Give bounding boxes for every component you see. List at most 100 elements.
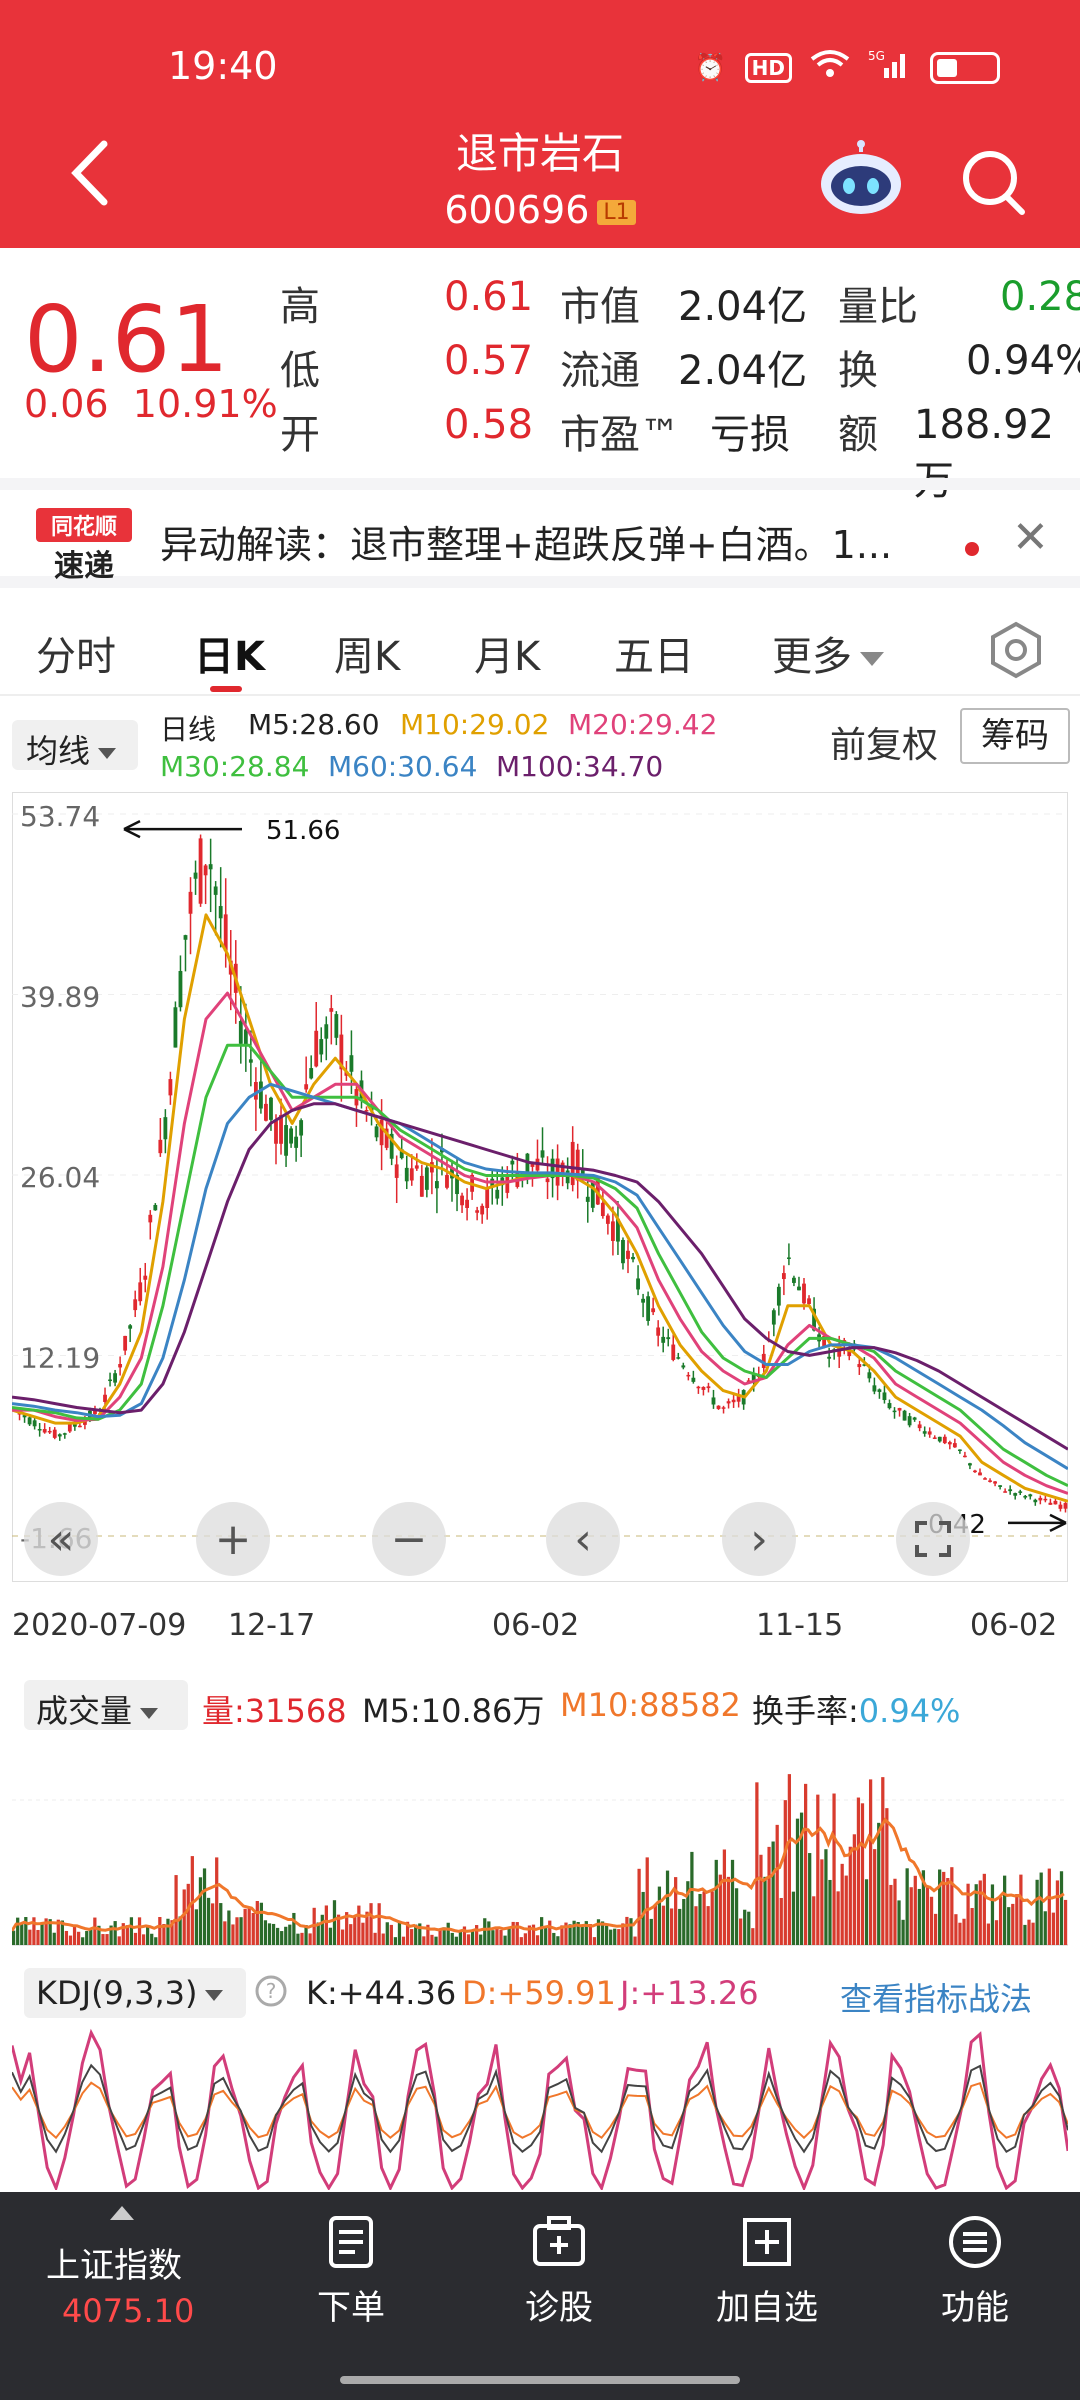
add-square-icon xyxy=(743,2218,791,2266)
tab-monthly-k[interactable]: 月K xyxy=(474,624,540,682)
volume-bar xyxy=(40,1922,44,1945)
x-tick: 12-17 xyxy=(228,1608,316,1643)
stock-name: 退市岩石 xyxy=(455,129,624,178)
news-headline[interactable]: 异动解读：退市整理+超跌反弹+白酒。1... xyxy=(160,514,892,569)
volume-bar xyxy=(690,1851,694,1945)
kline-chart[interactable]: 53.7439.8926.0412.19-1.66 51.660.42 xyxy=(12,792,1068,1582)
index-value: 4075.10 xyxy=(62,2292,195,2330)
volume-bar xyxy=(938,1869,942,1945)
tab-more[interactable]: 更多 xyxy=(772,624,884,682)
volume-bar xyxy=(219,1903,223,1945)
candle-body xyxy=(897,1408,902,1411)
expand-up-icon[interactable] xyxy=(110,2206,134,2220)
candle-body xyxy=(203,865,208,876)
volume-bar xyxy=(929,1896,934,1945)
chip-distribution-button[interactable]: 筹码 xyxy=(960,708,1070,764)
nav-functions[interactable]: 功能 xyxy=(900,2214,1050,2329)
candle-body xyxy=(872,1385,877,1392)
kdj-chart[interactable] xyxy=(12,2020,1068,2190)
chevron-right-icon: › xyxy=(750,1513,768,1565)
volume-bar xyxy=(430,1934,434,1945)
volume-bar xyxy=(194,1909,199,1945)
adjust-mode-button[interactable]: 前复权 xyxy=(830,716,938,768)
tab-weekly-k[interactable]: 周K xyxy=(334,624,400,682)
indicator-strategy-link[interactable]: 查看指标战法 xyxy=(840,1974,1032,2020)
volume-bar xyxy=(860,1803,865,1945)
candle-body xyxy=(656,1327,661,1336)
candle-body xyxy=(238,1020,243,1044)
candle-body xyxy=(133,1299,138,1311)
volume-bar xyxy=(377,1903,381,1945)
candle-body xyxy=(922,1431,927,1434)
candle-body xyxy=(435,1181,439,1189)
candle-body xyxy=(1053,1500,1058,1505)
news-ticker[interactable]: 同花顺 速递 异动解读：退市整理+超跌反弹+白酒。1... ✕ xyxy=(0,478,1080,588)
help-icon[interactable]: ? xyxy=(254,1974,288,2016)
candle-body xyxy=(600,1202,605,1217)
candle-body xyxy=(1003,1491,1008,1493)
search-icon xyxy=(963,151,1025,215)
ma-legend-m100: M100:34.70 xyxy=(496,750,664,783)
scroll-fast-left-button[interactable]: « xyxy=(24,1502,98,1576)
volume-bar xyxy=(519,1937,523,1945)
candle-body xyxy=(1048,1502,1053,1505)
candle-body xyxy=(57,1434,62,1437)
scroll-right-button[interactable]: › xyxy=(722,1502,796,1576)
candle-body xyxy=(198,838,203,904)
volume-bar xyxy=(1035,1879,1039,1945)
volume-bar xyxy=(613,1928,617,1945)
robot-assistant-button[interactable] xyxy=(818,140,904,216)
candle-body xyxy=(691,1377,696,1382)
volume-chart[interactable] xyxy=(12,1740,1068,1946)
volume-bar xyxy=(852,1834,856,1945)
zoom-in-button[interactable]: + xyxy=(196,1502,270,1576)
nav-add-watchlist[interactable]: 加自选 xyxy=(692,2214,842,2329)
scroll-left-button[interactable]: ‹ xyxy=(546,1502,620,1576)
nav-diagnose[interactable]: 诊股 xyxy=(484,2214,634,2329)
quote-value: 188.92万 xyxy=(914,402,1054,504)
home-indicator[interactable] xyxy=(340,2376,740,2384)
candle-body xyxy=(957,1449,962,1452)
tab-five-day[interactable]: 五日 xyxy=(614,624,694,682)
chart-settings-button[interactable] xyxy=(986,620,1046,680)
candle-body xyxy=(902,1410,907,1421)
nav-order[interactable]: 下单 xyxy=(276,2214,426,2329)
tab-intraday[interactable]: 分时 xyxy=(36,624,116,682)
candle-body xyxy=(299,1120,304,1136)
volume-bar xyxy=(1027,1919,1031,1945)
volume-bar xyxy=(1047,1868,1051,1945)
candle-body xyxy=(776,1286,781,1306)
ma-legend-m30: M30:28.84 xyxy=(160,750,310,783)
news-logo: 同花顺 速递 xyxy=(36,508,132,584)
quote-value: 2.04亿 xyxy=(678,348,808,394)
volume-bar xyxy=(263,1920,268,1945)
kdj-indicator-selector[interactable]: KDJ(9,3,3) xyxy=(24,1968,246,2018)
candle-body xyxy=(123,1335,128,1351)
volume-bar xyxy=(64,1930,69,1945)
volume-bar xyxy=(544,1926,548,1945)
quote-label: 换 xyxy=(838,348,878,394)
quote-label: 市盈™ xyxy=(560,412,680,458)
candle-body xyxy=(626,1250,630,1259)
fullscreen-button[interactable] xyxy=(896,1502,970,1576)
candle-body xyxy=(465,1199,469,1208)
tab-daily-k[interactable]: 日K xyxy=(194,624,265,682)
volume-bar xyxy=(751,1928,755,1945)
candle-body xyxy=(324,1024,329,1039)
candle-body xyxy=(67,1424,72,1432)
volume-bar xyxy=(1059,1871,1064,1945)
zoom-out-button[interactable]: − xyxy=(372,1502,446,1576)
indicator-selector[interactable]: 均线 xyxy=(12,720,138,770)
index-name[interactable]: 上证指数 xyxy=(46,2238,182,2287)
search-button[interactable] xyxy=(958,148,1026,216)
volume-bar xyxy=(271,1923,276,1945)
svg-text:速递: 速递 xyxy=(54,549,114,584)
volume-bar xyxy=(909,1887,913,1945)
candle-body xyxy=(404,1167,409,1182)
candle-body xyxy=(284,1125,288,1156)
volume-bar xyxy=(787,1774,792,1945)
close-icon[interactable]: ✕ xyxy=(1012,512,1049,563)
double-chevron-left-icon: « xyxy=(47,1513,75,1565)
volume-bar xyxy=(434,1936,438,1945)
candle-body xyxy=(193,872,198,879)
